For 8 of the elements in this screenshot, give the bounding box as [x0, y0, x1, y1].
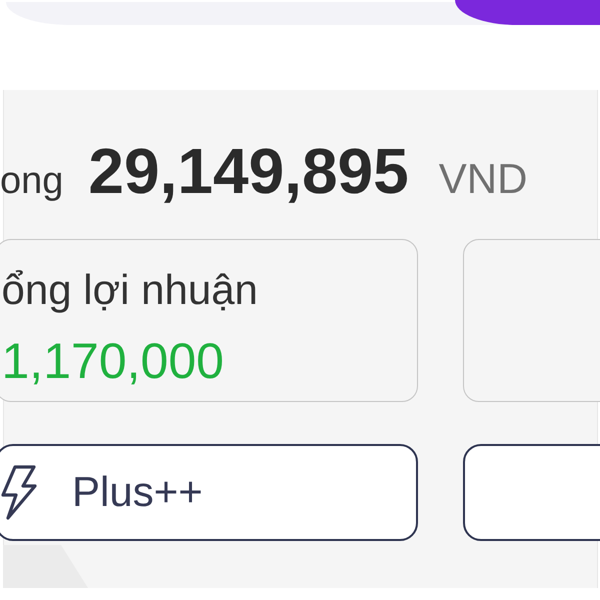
total-label: ong	[0, 159, 64, 204]
card-value: 1,170,000	[2, 333, 225, 389]
currency-label: VND	[438, 154, 528, 204]
plus-button[interactable]: Plus++	[0, 444, 418, 541]
lightning-icon	[0, 464, 37, 521]
total-amount: 29,149,895	[88, 134, 409, 208]
header-tab[interactable]	[455, 0, 600, 25]
card-label: ổng lợi nhuận	[2, 265, 259, 315]
